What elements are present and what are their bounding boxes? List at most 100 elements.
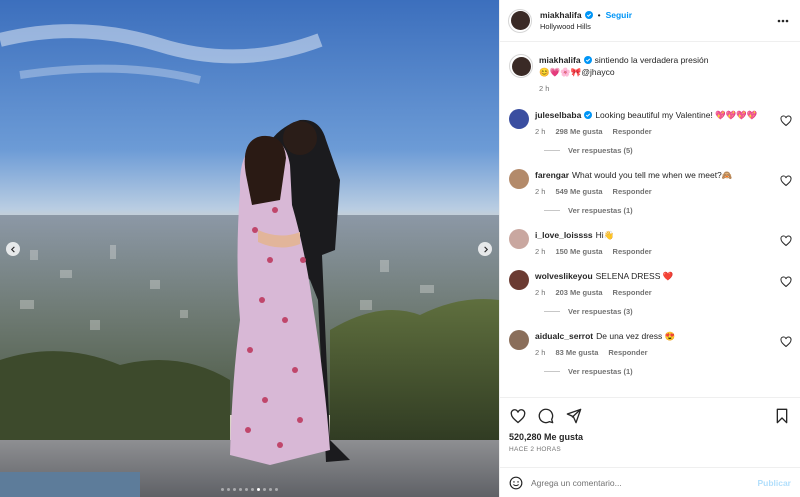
commenter-username[interactable]: i_love_loissss (535, 230, 593, 240)
caption-avatar[interactable] (509, 54, 533, 78)
chevron-left-icon (10, 245, 15, 253)
comment-like-heart-icon[interactable] (780, 175, 792, 187)
chevron-right-icon (483, 245, 488, 253)
comment-likes[interactable]: 549 Me gusta (555, 187, 602, 196)
replies-divider (544, 371, 560, 372)
reply-button[interactable]: Responder (613, 247, 652, 256)
post-photo[interactable] (0, 0, 499, 497)
comment-time[interactable]: 2 h (535, 187, 545, 196)
commenter-avatar[interactable] (509, 109, 529, 129)
comment-text: Looking beautiful my Valentine! 💖💖💖💖 (595, 110, 758, 120)
comment-time[interactable]: 2 h (535, 348, 545, 357)
post-caption: miakhalifa sintiendo la verdadera presión… (509, 54, 792, 93)
commenter-username[interactable]: farengar (535, 170, 569, 180)
comment-composer: Publicar (500, 467, 800, 497)
comment: i_love_loissss Hi👋 2 h 150 Me gusta Responde… (509, 229, 792, 256)
comment-text: What would you tell me when we meet?🙈 (572, 170, 733, 180)
share-button[interactable] (565, 407, 583, 425)
commenter-avatar[interactable] (509, 270, 529, 290)
commenter-username[interactable]: aidualc_serrot (535, 331, 593, 341)
verified-icon (584, 111, 593, 119)
more-options-button[interactable] (774, 12, 792, 30)
replies-divider (544, 150, 560, 151)
heart-icon (510, 408, 526, 423)
comment: juleselbaba Looking beautiful my Valentin… (509, 109, 792, 136)
carousel-dot (245, 488, 248, 491)
comments-list[interactable]: miakhalifa sintiendo la verdadera presión… (500, 42, 800, 397)
comment-likes[interactable]: 83 Me gusta (555, 348, 598, 357)
caption-time[interactable]: 2 h (539, 84, 549, 93)
comment-thread: farengar What would you tell me when we m… (509, 169, 792, 215)
comment-likes[interactable]: 203 Me gusta (555, 288, 602, 297)
reply-button[interactable]: Responder (613, 127, 652, 136)
save-button[interactable] (773, 407, 791, 425)
carousel-dot (239, 488, 242, 491)
commenter-avatar[interactable] (509, 330, 529, 350)
emoji-icon[interactable] (509, 476, 523, 490)
carousel-dot (275, 488, 278, 491)
verified-icon (584, 11, 593, 19)
carousel-dot (251, 488, 254, 491)
comment-input[interactable] (531, 477, 750, 488)
commenter-avatar[interactable] (509, 229, 529, 249)
comment: wolveslikeyou SELENA DRESS ❤️ 2 h 203 Me gu… (509, 270, 792, 297)
publish-button[interactable]: Publicar (757, 478, 791, 488)
comment-thread: aidualc_serrot De una vez dress 😍 2 h 83 Me… (509, 330, 792, 376)
comment-thread: wolveslikeyou SELENA DRESS ❤️ 2 h 203 Me gu… (509, 270, 792, 316)
share-icon (566, 408, 582, 424)
comment-icon (538, 408, 554, 424)
verified-icon (583, 56, 592, 64)
comment: farengar What would you tell me when we m… (509, 169, 792, 196)
post-timestamp[interactable]: HACE 2 HORAS (509, 446, 791, 453)
like-button[interactable] (509, 407, 527, 425)
reply-button[interactable]: Responder (608, 348, 647, 357)
previous-photo-button[interactable] (6, 242, 20, 256)
caption-emojis: 😊💗🌸🎀 (539, 67, 582, 77)
comment-text: De una vez dress 😍 (596, 331, 676, 341)
comment-likes[interactable]: 150 Me gusta (555, 247, 602, 256)
post-location[interactable]: Hollywood Hills (540, 22, 774, 31)
next-photo-button[interactable] (478, 242, 492, 256)
carousel-dot (221, 488, 224, 491)
comment-like-heart-icon[interactable] (780, 115, 792, 127)
comment-time[interactable]: 2 h (535, 247, 545, 256)
view-replies-button[interactable]: Ver respuestas (5) (544, 146, 792, 155)
comment-like-heart-icon[interactable] (780, 235, 792, 247)
photo-scene (0, 0, 499, 497)
comment-text: Hi👋 (595, 230, 615, 240)
caption-mention[interactable]: @jhayco (581, 67, 614, 77)
post-actions: 520,280 Me gusta HACE 2 HORAS (500, 397, 800, 467)
carousel-dot (257, 488, 260, 491)
post-side-panel: miakhalifa • Seguir Hollywood Hills miak… (499, 0, 800, 497)
comment-like-heart-icon[interactable] (780, 336, 792, 348)
view-replies-button[interactable]: Ver respuestas (1) (544, 367, 792, 376)
view-replies-button[interactable]: Ver respuestas (3) (544, 307, 792, 316)
view-replies-label: Ver respuestas (5) (568, 146, 633, 155)
commenter-username[interactable]: wolveslikeyou (535, 271, 593, 281)
comment-threads: juleselbaba Looking beautiful my Valentin… (509, 109, 792, 376)
carousel-dot (269, 488, 272, 491)
commenter-avatar[interactable] (509, 169, 529, 189)
header-separator: • (597, 10, 601, 20)
caption-text: sintiendo la verdadera presión (594, 55, 709, 65)
caption-username[interactable]: miakhalifa (539, 55, 581, 65)
author-avatar[interactable] (508, 8, 532, 33)
comment-like-heart-icon[interactable] (780, 276, 792, 288)
comment-likes[interactable]: 298 Me gusta (555, 127, 602, 136)
comment-button[interactable] (537, 407, 555, 425)
author-username[interactable]: miakhalifa (540, 10, 582, 20)
view-replies-label: Ver respuestas (3) (568, 307, 633, 316)
view-replies-button[interactable]: Ver respuestas (1) (544, 206, 792, 215)
view-replies-label: Ver respuestas (1) (568, 367, 633, 376)
replies-divider (544, 311, 560, 312)
reply-button[interactable]: Responder (613, 288, 652, 297)
follow-button[interactable]: Seguir (606, 10, 632, 20)
carousel-dot (227, 488, 230, 491)
post-header: miakhalifa • Seguir Hollywood Hills (500, 0, 800, 42)
reply-button[interactable]: Responder (613, 187, 652, 196)
comment-time[interactable]: 2 h (535, 288, 545, 297)
comment-time[interactable]: 2 h (535, 127, 545, 136)
commenter-username[interactable]: juleselbaba (535, 110, 581, 120)
likes-count[interactable]: 520,280 Me gusta (509, 432, 791, 442)
carousel-dot (233, 488, 236, 491)
